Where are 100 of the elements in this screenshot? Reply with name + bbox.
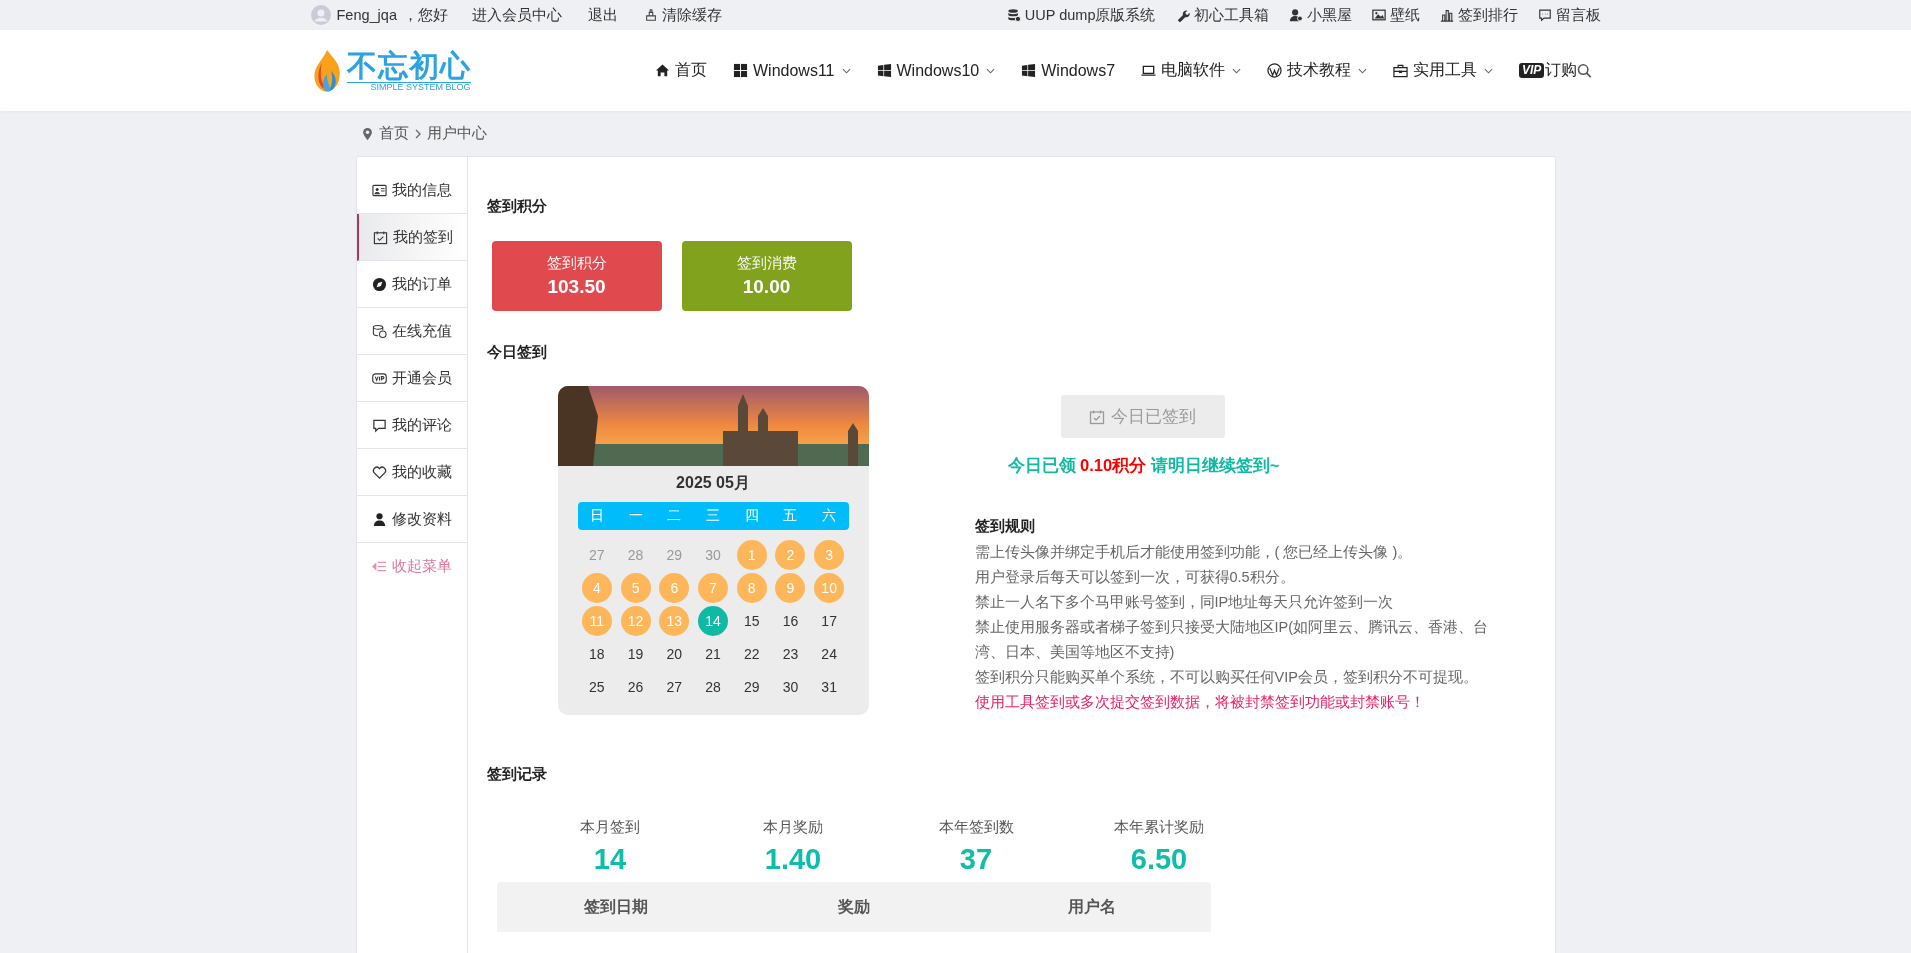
section-title: 签到记录: [486, 765, 548, 784]
calendar-day: 14: [698, 606, 728, 636]
wordpress-icon: [1267, 63, 1283, 78]
calendar-day: 27: [659, 672, 690, 702]
logo-title: 不忘初心: [346, 49, 471, 82]
nav-item[interactable]: Windows7: [1021, 61, 1116, 80]
stat-value: 37: [959, 843, 993, 876]
compass-icon: [371, 276, 387, 292]
section-title: 签到积分: [486, 197, 548, 216]
top-link[interactable]: 进入会员中心: [471, 5, 562, 25]
rule-text: 需上传头像并绑定手机后才能使用签到功能，( 您已经上传头像 )。: [974, 543, 1414, 562]
calendar-day: 15: [736, 606, 767, 636]
calendar-check-icon: [1089, 408, 1105, 425]
calendar-day: 4: [581, 573, 612, 603]
calendar-day: 11: [581, 606, 612, 636]
image-icon: [1371, 8, 1386, 22]
calendar-day: 5: [620, 573, 651, 603]
top-link[interactable]: 签到排行: [1439, 5, 1518, 25]
windows-icon: [876, 63, 892, 78]
calendar-day: 24: [814, 639, 845, 669]
calendar-day: 13: [659, 606, 690, 636]
calendar-day: 18: [581, 639, 612, 669]
calendar-day: 30: [775, 672, 806, 702]
nav-item[interactable]: Windows11: [733, 61, 851, 80]
weekday-label: 一: [627, 507, 644, 525]
calendar-day: 8: [736, 573, 767, 603]
calendar-day: 10: [814, 573, 845, 603]
caret-icon: [986, 67, 996, 74]
briefcase-icon: [1393, 63, 1409, 78]
rules-title: 签到规则: [974, 517, 1036, 536]
calendar-day: 29: [736, 672, 767, 702]
bar-chart-icon: [1439, 8, 1454, 22]
heart-icon: [371, 464, 387, 480]
calendar-check-icon: [372, 229, 388, 245]
card-label: 签到积分: [546, 254, 607, 273]
nav-item[interactable]: 电脑软件: [1141, 60, 1242, 81]
nav-item[interactable]: VIP 订购: [1519, 60, 1578, 81]
top-link[interactable]: 留言板: [1537, 5, 1601, 25]
username[interactable]: Feng_jqa: [336, 7, 397, 23]
user-icon: [371, 511, 387, 527]
calendar-day: 2: [775, 540, 806, 570]
calendar-day: 26: [620, 672, 651, 702]
stat-value: 6.50: [1130, 843, 1188, 876]
stat-label: 本月签到: [580, 818, 640, 837]
breadcrumb-link[interactable]: 首页: [378, 124, 409, 143]
laptop-icon: [1141, 63, 1157, 78]
search-icon[interactable]: [1577, 62, 1593, 79]
vip-icon: VIP: [1519, 63, 1545, 78]
calendar-day: 6: [659, 573, 690, 603]
rule-text: 禁止使用服务器或者梯子签到只接受大陆地区IP(如阿里云、腾讯云、香港、台湾、日本、美国等地区不支持): [974, 618, 1490, 662]
sign-in-message: 今日已领 0.10积分 请明日继续签到~: [1007, 455, 1281, 476]
coins-icon: [371, 323, 387, 339]
nav-item[interactable]: 实用工具: [1393, 60, 1494, 81]
nav-item[interactable]: 技术教程: [1267, 60, 1368, 81]
stat-value: 14: [593, 843, 627, 876]
calendar-day: 25: [581, 672, 612, 702]
top-link[interactable]: 初心工具箱: [1175, 5, 1269, 25]
calendar-day: 30: [698, 540, 728, 570]
nav-item[interactable]: 首页: [655, 60, 707, 81]
calendar-day: 1: [736, 540, 767, 570]
calendar-day: 28: [698, 672, 728, 702]
top-link[interactable]: UUP dump原版系统: [1006, 5, 1156, 25]
calendar-day: 21: [698, 639, 728, 669]
calendar-day: 17: [814, 606, 845, 636]
comment-icon: [371, 417, 387, 433]
calendar-day: 29: [659, 540, 690, 570]
calendar-day: 16: [775, 606, 806, 636]
calendar-day: 27: [581, 540, 612, 570]
breadcrumb-current: 用户中心: [426, 124, 487, 143]
caret-icon: [841, 67, 851, 74]
card-label: 签到消费: [736, 254, 797, 273]
top-link[interactable]: 退出: [587, 5, 618, 25]
card-value: 10.00: [742, 276, 791, 298]
location-pin-icon: [361, 126, 373, 141]
section-title: 今日签到: [486, 343, 548, 362]
caret-icon: [1358, 67, 1368, 74]
calendar-day: 3: [814, 540, 845, 570]
caret-icon: [1232, 67, 1242, 74]
weekday-label: 二: [666, 507, 683, 525]
stat-label: 本年签到数: [938, 818, 1014, 837]
nav-item[interactable]: Windows10: [876, 61, 996, 80]
weekday-label: 三: [705, 507, 721, 525]
card-value: 103.50: [547, 276, 606, 298]
calendar-day: 28: [620, 540, 651, 570]
windows-icon: [733, 63, 748, 78]
calendar-month: 2025 05月: [675, 473, 751, 493]
column-header: 用户名: [1066, 896, 1117, 917]
stat-value: 1.40: [764, 843, 822, 876]
vip-icon: [371, 370, 387, 386]
sidebar-item[interactable]: 我的签到: [356, 214, 467, 261]
top-link[interactable]: 小黑屋: [1288, 5, 1352, 25]
calendar-day: 9: [775, 573, 806, 603]
stat-label: 本年累计奖励: [1114, 818, 1204, 837]
rule-text: 签到积分只能购买单个系统，不可以购买任何VIP会员，签到积分不可提现。: [974, 668, 1479, 687]
calendar-day: 31: [814, 672, 845, 702]
database-icon: [1006, 8, 1021, 22]
top-link[interactable]: 清除缓存: [643, 5, 722, 25]
top-link[interactable]: 壁纸: [1371, 5, 1420, 25]
weekday-label: 五: [782, 507, 799, 525]
calendar-day: 22: [736, 639, 767, 669]
